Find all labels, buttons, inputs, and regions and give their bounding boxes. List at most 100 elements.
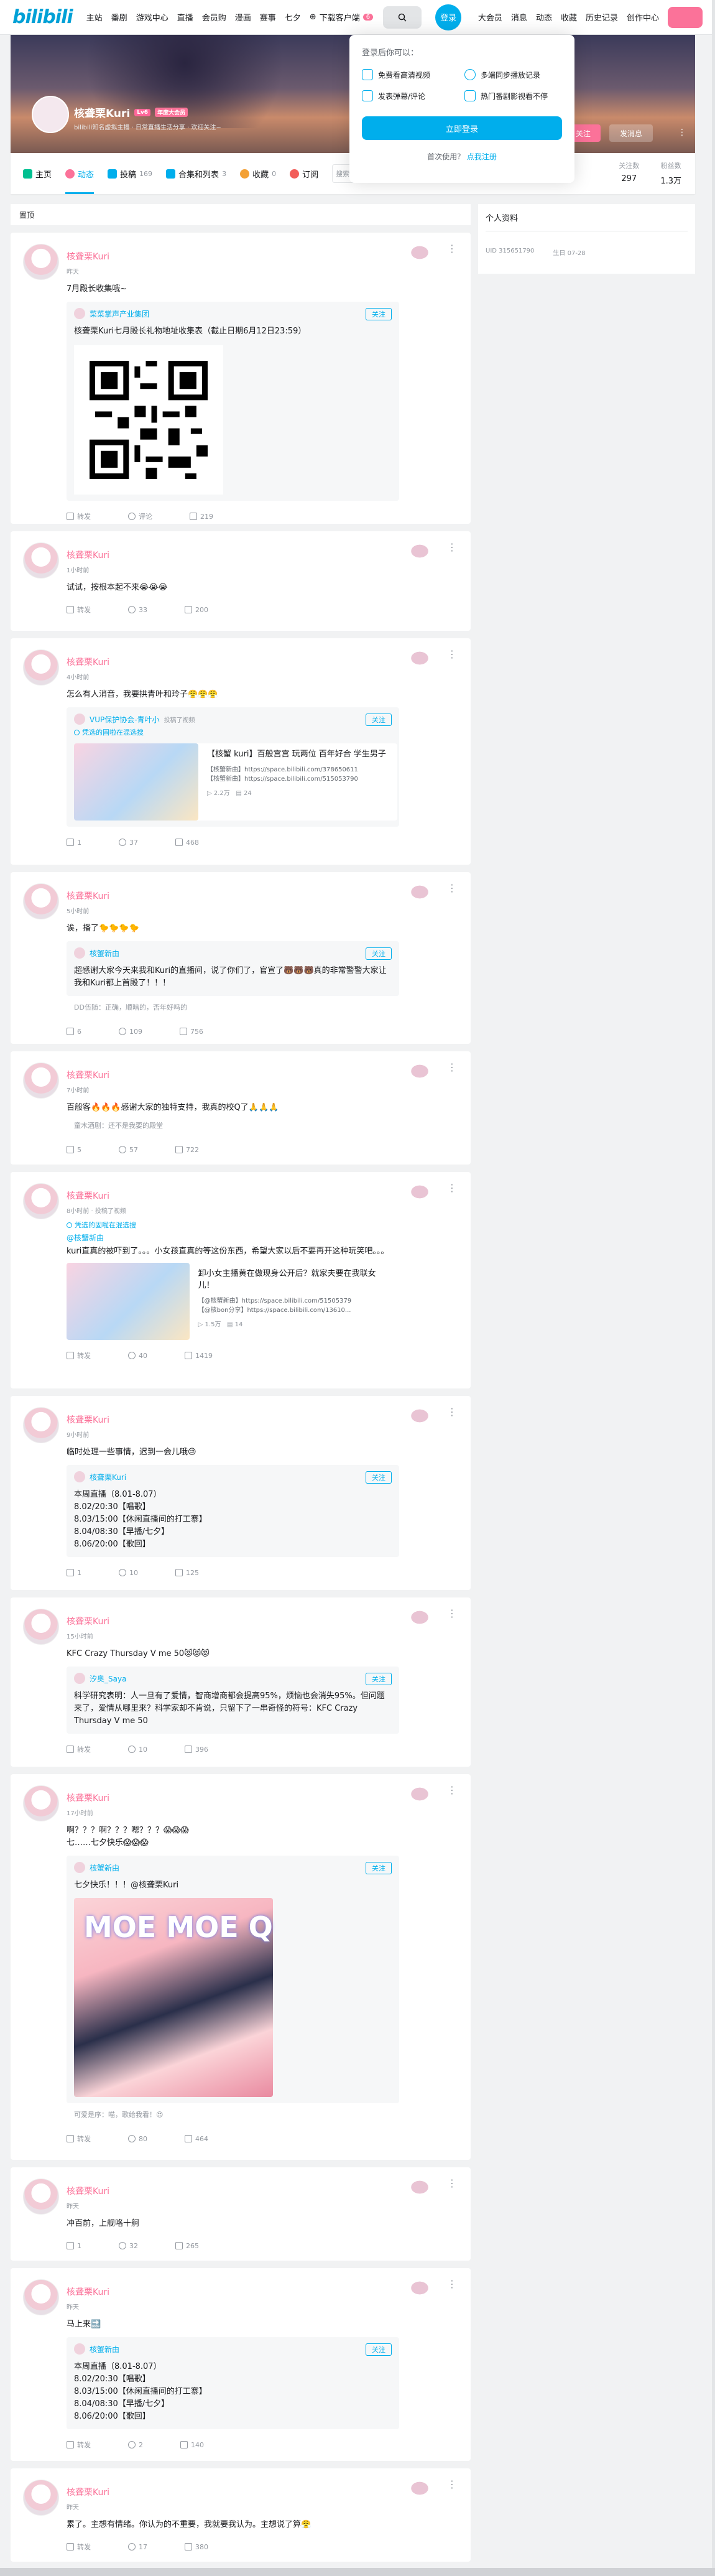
author-name[interactable]: 核聋栗Kuri (67, 2486, 458, 2498)
author-name[interactable]: 核聋栗Kuri (67, 250, 458, 263)
forward-author[interactable]: 汐奥_Saya (90, 1673, 126, 1684)
horizontal-scrollbar[interactable] (0, 2568, 715, 2576)
author-name[interactable]: 核聋栗Kuri (67, 2285, 458, 2298)
like-button[interactable]: 200 (185, 606, 208, 614)
forward-button[interactable]: 转发 (67, 1744, 91, 1754)
forwarded-post[interactable]: 核蟹新由 关注 七夕快乐！！！@核聋栗Kuri MOE MOE Q (67, 1856, 399, 2103)
popup-login-button[interactable]: 立即登录 (362, 116, 562, 140)
author-name[interactable]: 核聋栗Kuri (67, 656, 458, 668)
nav-vip[interactable]: 大会员 (478, 11, 502, 23)
avatar[interactable] (74, 1673, 85, 1684)
like-button[interactable]: 125 (175, 1569, 199, 1577)
avatar[interactable] (23, 1609, 59, 1645)
forwarded-post[interactable]: VUP保护协会-青叶小 投稿了视频 关注 凭选的固啦在混选搜 【核蟹 kuri】百… (67, 707, 399, 827)
avatar[interactable] (23, 1062, 59, 1099)
like-button[interactable]: 380 (185, 2543, 208, 2551)
comment-button[interactable]: 40 (128, 1352, 147, 1360)
comment-button[interactable]: 57 (119, 1146, 138, 1154)
avatar[interactable] (74, 1862, 85, 1873)
author-name[interactable]: 核聋栗Kuri (67, 549, 458, 561)
avatar[interactable] (23, 2279, 59, 2315)
avatar[interactable] (74, 947, 85, 959)
avatar[interactable] (74, 2343, 85, 2355)
avatar[interactable] (23, 883, 59, 919)
avatar[interactable] (23, 2480, 59, 2516)
nav-item[interactable]: 游戏中心 (136, 11, 168, 23)
forwarded-post[interactable]: 菜菜掌声产业集团 关注 核聋栗Kuri七月殿长礼物地址收集表（截止日期6月12日… (67, 302, 399, 501)
avatar[interactable] (23, 244, 59, 280)
profile-avatar[interactable] (32, 96, 69, 133)
post-image[interactable]: MOE MOE Q (74, 1898, 273, 2097)
like-button[interactable]: 396 (185, 1746, 208, 1754)
bilibili-logo[interactable]: bilibili (12, 6, 73, 28)
forwarded-post[interactable]: 核蟹新由 关注 超感谢大家今天来我和Kuri的直播间，说了你们了，官宣了🐻🐻🐻真… (67, 941, 399, 996)
vertical-scrollbar[interactable] (712, 0, 715, 2576)
author-name[interactable]: 核聋栗Kuri (67, 1792, 458, 1804)
like-button[interactable]: 464 (185, 2135, 208, 2143)
like-button[interactable]: 756 (180, 1028, 203, 1036)
comment-button[interactable]: 80 (128, 2135, 147, 2143)
nav-item[interactable]: 漫画 (235, 11, 251, 23)
mention-link[interactable]: @核蟹新由 (67, 1232, 458, 1243)
more-icon[interactable]: ⋮ (447, 2177, 457, 2189)
comment-button[interactable]: 10 (128, 1746, 147, 1754)
stat-followers[interactable]: 粉丝数 1.3万 (660, 160, 681, 186)
nav-favorites[interactable]: 收藏 (561, 11, 577, 23)
nav-item[interactable]: 会员购 (202, 11, 226, 23)
topic-link[interactable]: 凭选的固啦在混选搜 (74, 727, 392, 737)
nav-item[interactable]: 赛事 (260, 11, 276, 23)
more-icon[interactable]: ⋮ (447, 1182, 457, 1194)
forward-button[interactable]: 转发 (67, 2134, 91, 2144)
forwarded-post[interactable]: 核聋栗Kuri 关注 本周直播（8.01-8.07） 8.02/20:30【唱歌… (67, 1465, 399, 1557)
nav-item[interactable]: 直播 (177, 11, 193, 23)
qr-code-image[interactable] (74, 345, 223, 495)
comment-button[interactable]: 37 (119, 839, 138, 847)
forward-button[interactable]: 转发 (67, 1351, 91, 1360)
like-button[interactable]: 468 (175, 839, 199, 847)
avatar[interactable] (74, 714, 85, 725)
follow-button[interactable]: 关注 (366, 2343, 392, 2356)
tab-home[interactable]: 主页 (23, 153, 52, 194)
more-icon[interactable]: ⋮ (447, 648, 457, 660)
more-icon[interactable]: ⋮ (447, 541, 457, 553)
top-comment[interactable]: 童木酒剧：还不是我要的殿堂 (67, 1117, 399, 1134)
avatar[interactable] (23, 1785, 59, 1821)
forward-author[interactable]: VUP保护协会-青叶小 (90, 714, 160, 725)
forward-button[interactable]: 转发 (67, 2440, 91, 2450)
more-icon[interactable]: ⋮ (447, 2278, 457, 2290)
like-button[interactable]: 265 (175, 2242, 199, 2250)
nav-item[interactable]: 七夕 (285, 11, 301, 23)
forward-author[interactable]: 菜菜掌声产业集团 (90, 309, 149, 319)
more-icon[interactable]: ⋮ (678, 128, 686, 137)
forward-button[interactable]: 转发 (67, 605, 91, 615)
tab-videos[interactable]: 投稿 169 (108, 153, 152, 194)
avatar[interactable] (74, 308, 85, 319)
forwarded-post[interactable]: 核蟹新由 关注 本周直播（8.01-8.07） 8.02/20:30【唱歌】 8… (67, 2337, 399, 2429)
forward-author[interactable]: 核蟹新由 (90, 1862, 119, 1873)
comment-button[interactable]: 17 (128, 2543, 147, 2551)
comment-button[interactable]: 32 (119, 2242, 138, 2250)
forward-button[interactable]: 5 (67, 1146, 81, 1154)
video-thumbnail[interactable] (67, 1263, 190, 1340)
top-comment[interactable]: 可爱是序：喵，歌给我看！😍 (67, 2106, 399, 2123)
tab-favorites[interactable]: 收藏 0 (240, 153, 276, 194)
author-name[interactable]: 核聋栗Kuri (67, 2185, 458, 2197)
login-avatar-button[interactable]: 登录 (435, 4, 462, 30)
forward-button[interactable]: 6 (67, 1028, 81, 1036)
top-comment[interactable]: DD伍随：正确，顺暗的，否年好吗的 (67, 998, 399, 1016)
comment-button[interactable]: 33 (128, 606, 147, 614)
follow-button[interactable]: 关注 (366, 714, 392, 726)
tab-collections[interactable]: 合集和列表 3 (166, 153, 226, 194)
follow-button[interactable]: 关注 (366, 947, 392, 960)
forward-button[interactable]: 1 (67, 1569, 81, 1577)
avatar[interactable] (23, 1407, 59, 1443)
more-icon[interactable]: ⋮ (447, 882, 457, 894)
author-name[interactable]: 核聋栗Kuri (67, 890, 458, 902)
comment-button[interactable]: 评论 (128, 511, 152, 521)
video-card[interactable]: 【核蟹 kuri】百般宫宫 玩两位 百年好合 学生男子 【核蟹新由】https:… (74, 743, 397, 821)
video-card[interactable]: 卸小女主播黄在做现身公开后？就家夫要在我联女儿！ 【@核蟹新由】https://… (67, 1263, 390, 1340)
author-name[interactable]: 核聋栗Kuri (67, 1413, 458, 1426)
like-button[interactable]: 219 (190, 513, 213, 521)
nav-messages[interactable]: 消息 (511, 11, 527, 23)
follow-button[interactable]: 关注 (366, 308, 392, 320)
